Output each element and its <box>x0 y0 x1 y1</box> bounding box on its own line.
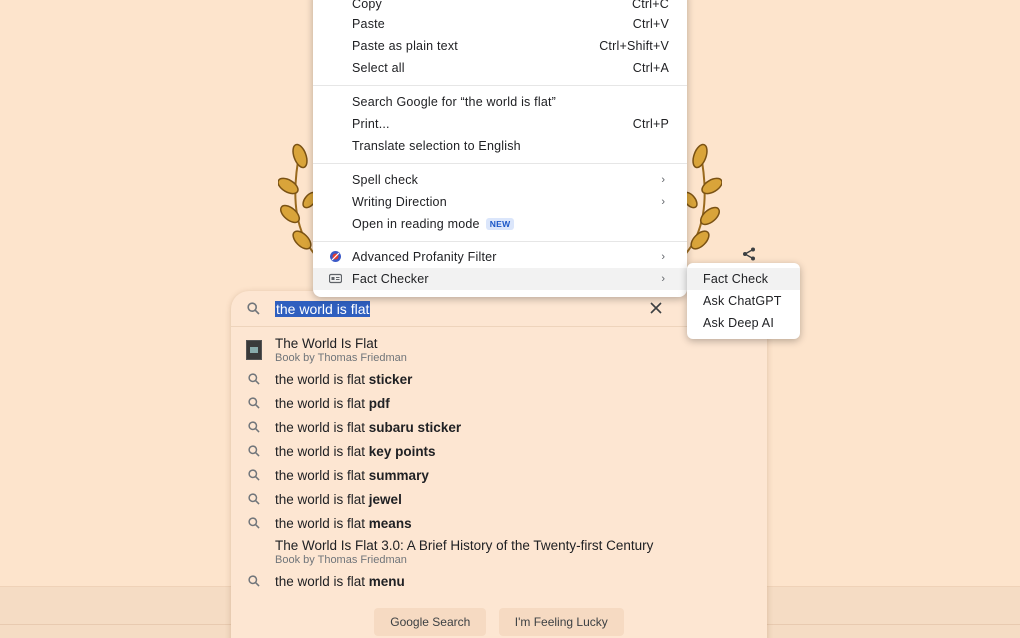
chevron-right-icon: › <box>661 196 665 208</box>
menu-item-fact-checker[interactable]: Fact Checker › <box>313 268 687 290</box>
menu-separator <box>313 163 687 164</box>
book-thumbnail-icon <box>246 340 262 360</box>
chevron-right-icon: › <box>661 273 665 285</box>
menu-item-paste-plain[interactable]: Paste as plain text Ctrl+Shift+V <box>313 35 687 57</box>
search-icon <box>248 397 260 409</box>
menu-separator <box>313 241 687 242</box>
search-icon <box>248 373 260 385</box>
chevron-right-icon: › <box>661 251 665 263</box>
search-suggestions-panel: the world is flat The World Is Flat Book … <box>231 291 767 638</box>
fact-checker-submenu: Fact Check Ask ChatGPT Ask Deep AI <box>687 263 800 339</box>
submenu-item-ask-chatgpt[interactable]: Ask ChatGPT <box>687 290 800 312</box>
feeling-lucky-button[interactable]: I'm Feeling Lucky <box>498 608 624 636</box>
share-doodle-button[interactable] <box>738 243 760 265</box>
menu-item-reading-mode[interactable]: Open in reading mode NEW <box>313 213 687 235</box>
share-icon <box>743 247 755 261</box>
search-icon <box>248 517 260 529</box>
menu-item-spell-check[interactable]: Spell check › <box>313 169 687 191</box>
search-icon <box>247 302 260 315</box>
clear-search-icon[interactable] <box>649 301 663 315</box>
menu-item-print[interactable]: Print... Ctrl+P <box>313 113 687 135</box>
search-buttons: Google Search I'm Feeling Lucky <box>231 608 767 636</box>
suggestion-item[interactable]: the world is flat sticker <box>231 367 767 391</box>
menu-item-select-all[interactable]: Select all Ctrl+A <box>313 57 687 79</box>
menu-item-translate[interactable]: Translate selection to English <box>313 135 687 157</box>
suggestion-list: The World Is Flat Book by Thomas Friedman… <box>231 333 767 593</box>
suggestion-item[interactable]: the world is flat subaru sticker <box>231 415 767 439</box>
suggestion-item[interactable]: the world is flat pdf <box>231 391 767 415</box>
chevron-right-icon: › <box>661 174 665 186</box>
suggestion-item[interactable]: the world is flat summary <box>231 463 767 487</box>
search-input[interactable]: the world is flat <box>275 301 371 317</box>
suggestion-item[interactable]: the world is flat jewel <box>231 487 767 511</box>
menu-item-writing-direction[interactable]: Writing Direction › <box>313 191 687 213</box>
suggestion-item[interactable]: The World Is Flat 3.0: A Brief History o… <box>231 535 767 569</box>
menu-item-profanity-filter[interactable]: Advanced Profanity Filter › <box>313 246 687 268</box>
search-icon <box>248 575 260 587</box>
search-icon <box>248 493 260 505</box>
menu-item-search-google[interactable]: Search Google for “the world is flat” <box>313 91 687 113</box>
google-search-button[interactable]: Google Search <box>374 608 487 636</box>
suggestion-item[interactable]: The World Is Flat Book by Thomas Friedman <box>231 333 767 367</box>
suggestion-item[interactable]: the world is flat menu <box>231 569 767 593</box>
submenu-item-fact-check[interactable]: Fact Check <box>687 268 800 290</box>
suggestion-item[interactable]: the world is flat means <box>231 511 767 535</box>
search-icon <box>248 421 260 433</box>
fact-checker-extension-icon <box>329 273 342 284</box>
menu-item-paste[interactable]: Paste Ctrl+V <box>313 13 687 35</box>
submenu-item-ask-deep-ai[interactable]: Ask Deep AI <box>687 312 800 334</box>
search-icon <box>248 469 260 481</box>
search-icon <box>248 445 260 457</box>
profanity-filter-extension-icon <box>330 251 341 262</box>
context-menu: Copy Ctrl+C Paste Ctrl+V Paste as plain te… <box>313 0 687 297</box>
new-badge: NEW <box>485 218 515 230</box>
menu-separator <box>313 85 687 86</box>
suggestion-item[interactable]: the world is flat key points <box>231 439 767 463</box>
